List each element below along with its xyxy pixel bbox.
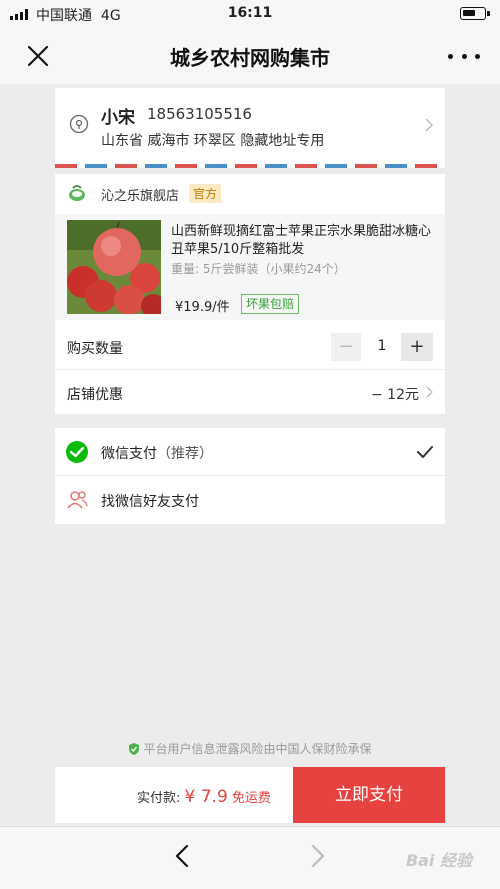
- shop-name: 沁之乐旗舰店: [101, 189, 180, 204]
- discount-label: 店铺优惠: [67, 387, 123, 403]
- product-title: 山西新鲜现摘红富士苹果正宗水果脆甜冰糖心丑苹果5/10斤整箱批发: [171, 224, 432, 257]
- browser-nav-bar: Bai 经验: [0, 826, 500, 889]
- address-card[interactable]: 小宋 18563105516 山东省 威海市 环翠区 隐藏地址专用: [55, 88, 445, 168]
- more-icon: [448, 53, 453, 59]
- product-item[interactable]: 山西新鲜现摘红富士苹果正宗水果脆甜冰糖心丑苹果5/10斤整箱批发 重量: 5斤尝…: [55, 214, 445, 320]
- quantity-value[interactable]: 1: [367, 338, 397, 354]
- insurance-text: 平台用户信息泄露风险由中国人保财险承保: [143, 742, 372, 756]
- friend-pay-label: 找微信好友支付: [101, 494, 199, 510]
- total-summary: 实付款: ¥ 7.9 免运费: [137, 787, 271, 807]
- shop-discount-row[interactable]: 店铺优惠 − 12元: [55, 371, 445, 414]
- shield-icon: [129, 743, 140, 755]
- wechat-pay-icon: [66, 441, 88, 463]
- checkout-bar: 实付款: ¥ 7.9 免运费 立即支付: [55, 767, 445, 823]
- recipient-name: 小宋: [101, 108, 135, 128]
- quantity-plus-button[interactable]: +: [401, 333, 433, 361]
- more-button[interactable]: [448, 46, 480, 66]
- chevron-right-icon: [426, 386, 433, 398]
- quantity-row: 购买数量 − 1 +: [55, 324, 445, 370]
- chevron-right-icon: [425, 118, 433, 132]
- product-image: [67, 220, 161, 314]
- discount-value: − 12元: [371, 387, 419, 403]
- friend-pay-option[interactable]: 找微信好友支付: [55, 476, 445, 524]
- guarantee-tag: 坏果包赔: [241, 294, 300, 314]
- wechat-pay-label: 微信支付: [101, 446, 157, 462]
- location-pin-icon: [69, 114, 89, 134]
- status-time: 16:11: [227, 5, 273, 21]
- friends-icon: [67, 491, 88, 509]
- back-arrow-icon[interactable]: [172, 843, 194, 869]
- wechat-pay-recommend: （推荐）: [157, 446, 213, 462]
- total-amount: ¥ 7.9: [184, 787, 228, 807]
- insurance-note: 平台用户信息泄露风险由中国人保财险承保: [0, 740, 500, 757]
- page-title: 城乡农村网购集市: [170, 46, 330, 70]
- forward-arrow-icon[interactable]: [306, 843, 328, 869]
- status-bar: 中国联通 4G 16:11: [0, 0, 500, 28]
- quantity-label: 购买数量: [67, 341, 123, 357]
- shop-logo-icon: [69, 185, 85, 201]
- baidu-watermark: Bai 经验: [405, 851, 472, 870]
- checkmark-icon: [417, 446, 433, 458]
- product-weight: 重量: 5斤尝鲜装（小果约24个）: [171, 262, 346, 276]
- shop-header[interactable]: 沁之乐旗舰店 官方: [55, 174, 445, 212]
- pay-now-button[interactable]: 立即支付: [293, 767, 445, 823]
- total-label: 实付款:: [137, 791, 185, 806]
- free-shipping-label: 免运费: [227, 791, 271, 806]
- title-bar: 城乡农村网购集市: [0, 28, 500, 84]
- recipient-address: 山东省 威海市 环翠区 隐藏地址专用: [101, 133, 325, 149]
- battery-icon: [460, 7, 490, 20]
- wechat-pay-option[interactable]: 微信支付（推荐）: [55, 428, 445, 476]
- recipient-phone: 18563105516: [147, 105, 252, 123]
- product-price: ¥19.9/件: [175, 300, 230, 315]
- envelope-stripe: [55, 164, 445, 168]
- shop-card: 沁之乐旗舰店 官方 山西新鲜现摘红富士苹果正宗水果脆甜冰糖心丑苹果5/10斤整箱…: [55, 174, 445, 414]
- quantity-minus-button[interactable]: −: [331, 333, 361, 361]
- official-badge: 官方: [189, 184, 222, 203]
- payment-method-card: 微信支付（推荐） 找微信好友支付: [55, 428, 445, 524]
